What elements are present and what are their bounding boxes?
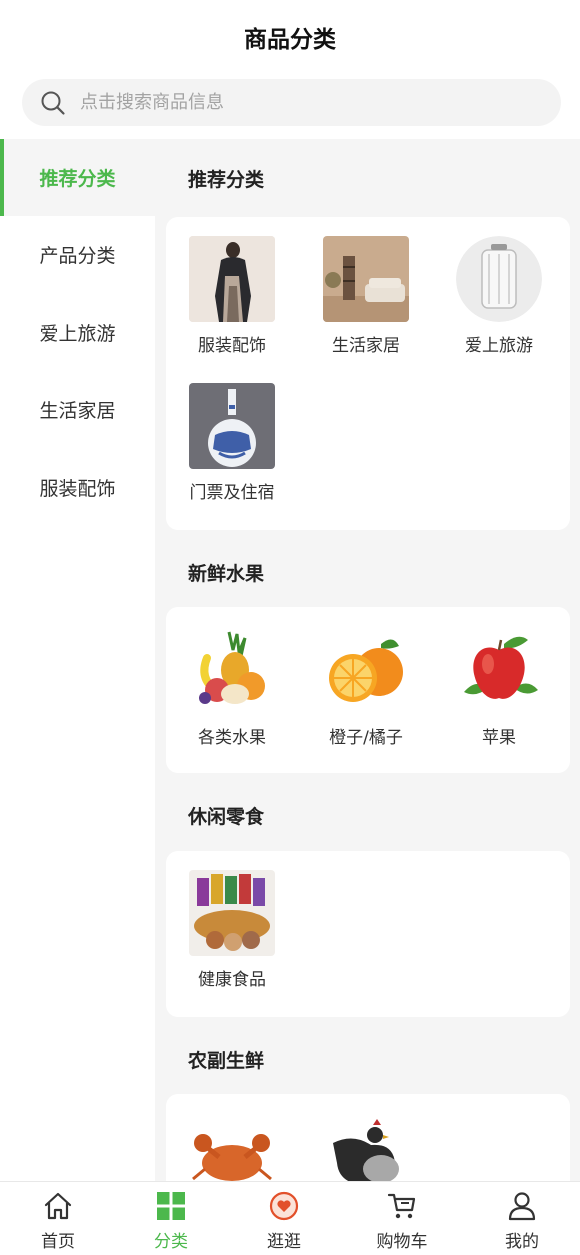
sidebar-item-label: 生活家居: [39, 400, 116, 422]
user-icon: [508, 1192, 536, 1221]
sidebar-item-recommended[interactable]: 推荐分类: [0, 139, 155, 216]
category-card-snacks: 健康食品: [166, 851, 570, 1017]
sidebar-item-clothing[interactable]: 服装配饰: [0, 449, 155, 526]
category-icon: [157, 1192, 185, 1220]
clothing-image: [189, 236, 275, 322]
tab-label: 购物车: [376, 1232, 428, 1252]
section-title-snacks: 休闲零食: [188, 806, 265, 828]
category-item-oranges[interactable]: 橙子/橘子: [311, 628, 421, 748]
tab-home[interactable]: 首页: [0, 1182, 116, 1255]
crab-image: [189, 1113, 275, 1181]
category-item-label: 爱上旅游: [465, 336, 533, 356]
category-sidebar: 推荐分类 产品分类 爱上旅游 生活家居 服装配饰: [0, 139, 155, 1181]
sidebar-item-label: 爱上旅游: [39, 323, 116, 345]
page-title: 商品分类: [244, 27, 336, 53]
fruit-basket-image: [189, 628, 275, 714]
section-title-fresh-produce: 农副生鲜: [188, 1050, 265, 1072]
tab-category[interactable]: 分类: [113, 1182, 229, 1255]
category-item-label: 橙子/橘子: [329, 728, 403, 748]
category-item-clothing[interactable]: 服装配饰: [177, 236, 287, 356]
sidebar-item-label: 服装配饰: [39, 478, 116, 500]
tab-cart[interactable]: 购物车: [344, 1182, 460, 1255]
header: 商品分类: [0, 0, 580, 72]
category-item-label: 生活家居: [332, 336, 400, 356]
tab-explore[interactable]: 逛逛: [226, 1182, 342, 1255]
vase-image: [189, 383, 275, 469]
section-title-fruits: 新鲜水果: [188, 563, 265, 585]
category-item-label: 健康食品: [198, 970, 266, 990]
cart-icon: [387, 1193, 416, 1219]
apple-image: [456, 628, 542, 714]
category-item-label: 各类水果: [198, 728, 266, 748]
category-card-fresh-produce: [166, 1094, 570, 1181]
category-item-travel[interactable]: 爱上旅游: [444, 236, 554, 356]
tab-profile[interactable]: 我的: [464, 1182, 580, 1255]
suitcase-image: [456, 236, 542, 322]
home-icon: [44, 1192, 72, 1220]
category-item-crab[interactable]: [177, 1113, 287, 1181]
orange-image: [323, 628, 409, 714]
category-item-home-living[interactable]: 生活家居: [311, 236, 421, 356]
sidebar-item-travel[interactable]: 爱上旅游: [0, 294, 155, 371]
section-title-recommended: 推荐分类: [188, 169, 265, 191]
category-content: 推荐分类 服装配饰 生活家居 爱上旅游 门票及住宿 新鲜水果 各类水果 橙子/橘…: [155, 139, 580, 1181]
category-item-label: 苹果: [482, 728, 516, 748]
category-item-assorted-fruits[interactable]: 各类水果: [177, 628, 287, 748]
search-icon: [41, 91, 65, 115]
category-item-label: 门票及住宿: [189, 483, 275, 503]
tab-label: 分类: [154, 1232, 188, 1252]
tab-label: 首页: [41, 1232, 75, 1252]
category-item-tickets-hotel[interactable]: 门票及住宿: [177, 383, 287, 503]
category-item-label: 服装配饰: [198, 336, 266, 356]
home-living-image: [323, 236, 409, 322]
chicken-image: [323, 1113, 409, 1181]
tab-label: 逛逛: [267, 1232, 301, 1252]
search-bar[interactable]: [22, 79, 561, 126]
category-card-recommended: 服装配饰 生活家居 爱上旅游 门票及住宿: [166, 217, 570, 530]
tab-label: 我的: [505, 1232, 539, 1252]
snacks-image: [189, 870, 275, 956]
search-input[interactable]: [80, 79, 540, 126]
category-item-chicken[interactable]: [311, 1113, 421, 1181]
sidebar-item-products[interactable]: 产品分类: [0, 216, 155, 293]
sidebar-item-label: 推荐分类: [39, 168, 116, 190]
category-card-fruits: 各类水果 橙子/橘子 苹果: [166, 607, 570, 773]
category-item-apples[interactable]: 苹果: [444, 628, 554, 748]
heart-chat-icon: [269, 1191, 299, 1221]
bottom-tab-bar: 首页 分类 逛逛 购物车 我的: [0, 1181, 580, 1255]
category-item-healthy-food[interactable]: 健康食品: [177, 870, 287, 990]
sidebar-item-label: 产品分类: [39, 245, 116, 267]
sidebar-item-home-living[interactable]: 生活家居: [0, 371, 155, 448]
